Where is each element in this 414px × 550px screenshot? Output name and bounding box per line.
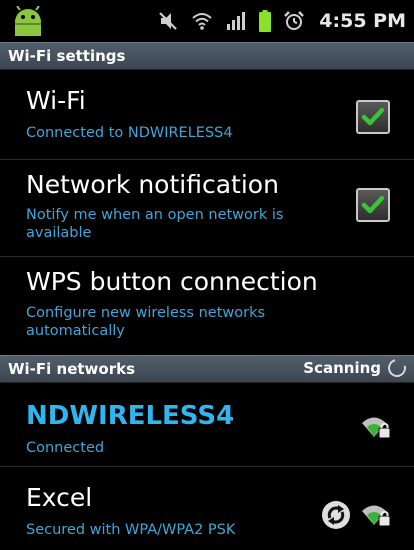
wps-title: WPS button connection — [26, 267, 318, 296]
wifi-locked-icon — [362, 417, 391, 439]
network-status: Secured with WPA/WPA2 PSK — [26, 522, 236, 538]
battery-icon — [259, 10, 272, 32]
network-status: Connected — [26, 440, 105, 456]
spinner-icon — [384, 355, 410, 381]
check-icon — [361, 195, 385, 214]
android-icon — [15, 6, 41, 36]
wifi-networks-header: Wi-Fi networks Scanning — [0, 355, 414, 383]
alarm-icon — [284, 11, 305, 30]
network-item[interactable]: Excel Secured with WPA/WPA2 PSK — [0, 467, 414, 550]
network-name: NDWIRELESS4 — [26, 401, 235, 431]
wifi-checkbox[interactable] — [356, 100, 390, 134]
network-name: Excel — [26, 483, 93, 512]
wifi-settings-header: Wi-Fi settings — [0, 42, 414, 70]
wps-sync-icon — [322, 501, 350, 529]
status-time: 4:55 PM — [319, 10, 406, 32]
wifi-toggle-row[interactable]: Wi-Fi Connected to NDWIRELESS4 — [0, 70, 414, 160]
signal-icon — [227, 12, 246, 30]
wifi-icon — [192, 13, 212, 30]
wps-button-row[interactable]: WPS button connection Configure new wire… — [0, 257, 414, 355]
network-item[interactable]: NDWIRELESS4 Connected — [0, 383, 414, 467]
wifi-settings-title: Wi-Fi settings — [8, 47, 126, 65]
network-notification-summary: Notify me when an open network is availa… — [26, 207, 284, 241]
wifi-toggle-title: Wi-Fi — [26, 86, 86, 115]
network-notification-checkbox[interactable] — [356, 188, 390, 222]
check-icon — [361, 107, 385, 126]
network-notification-row[interactable]: Network notification Notify me when an o… — [0, 160, 414, 257]
wifi-toggle-summary: Connected to NDWIRELESS4 — [26, 125, 233, 141]
scanning-label: Scanning — [303, 359, 381, 377]
mute-icon — [159, 12, 178, 30]
wps-summary: Configure new wireless networks automati… — [26, 305, 266, 339]
wifi-locked-icon — [362, 505, 391, 527]
wifi-networks-title: Wi-Fi networks — [8, 360, 136, 378]
scanning-status: Scanning — [303, 355, 410, 381]
status-bar: 4:55 PM — [0, 0, 414, 42]
network-notification-title: Network notification — [26, 170, 279, 199]
